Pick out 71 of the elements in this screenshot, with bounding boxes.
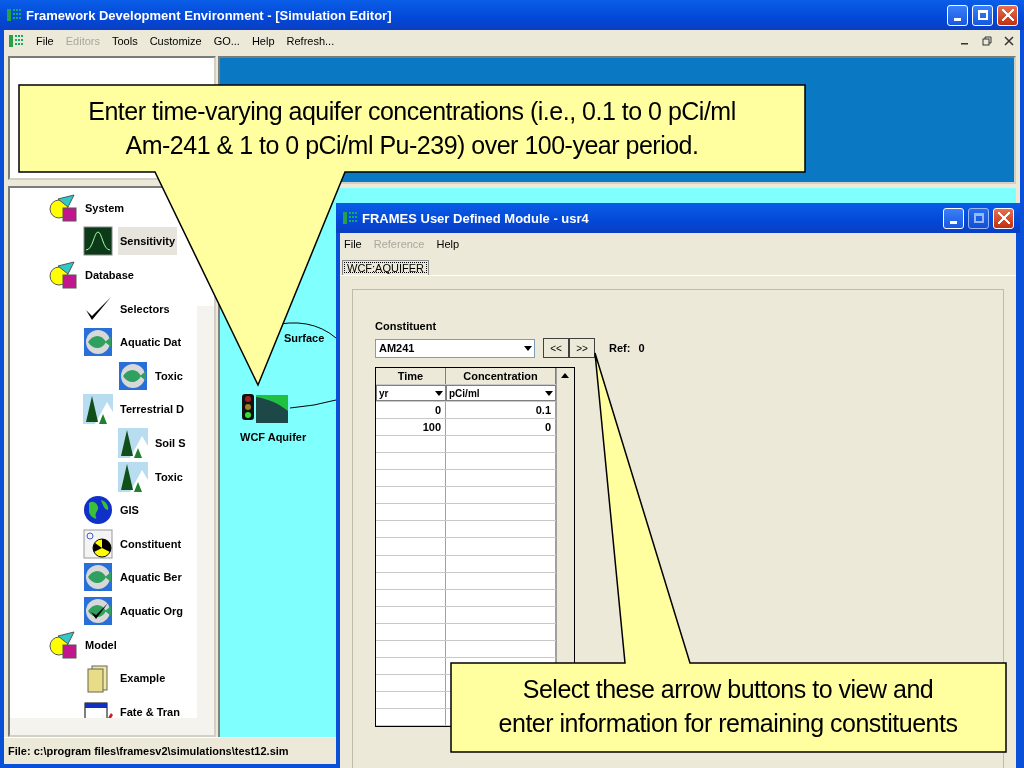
restore-icon[interactable] xyxy=(982,36,992,46)
maximize-button[interactable] xyxy=(968,207,989,229)
next-button[interactable]: >> xyxy=(569,338,595,358)
app-icon xyxy=(6,7,22,23)
radiation-icon xyxy=(83,528,113,559)
tree-icon xyxy=(118,461,148,492)
shapes-icon xyxy=(48,629,78,660)
tree-item[interactable]: Database xyxy=(83,261,136,289)
minimize-button[interactable] xyxy=(947,4,968,26)
fish-icon xyxy=(83,327,113,358)
app-icon xyxy=(342,210,358,226)
previous-button[interactable]: << xyxy=(543,338,569,358)
vertical-scrollbar[interactable] xyxy=(197,306,214,718)
unit-dropdown[interactable]: yr xyxy=(376,385,446,402)
tab[interactable]: WCF:AQUIFER xyxy=(342,260,429,275)
close-button[interactable] xyxy=(997,4,1018,26)
tree-item[interactable]: GIS xyxy=(118,496,141,525)
tree-item[interactable]: Soil S xyxy=(153,428,188,457)
tree-item[interactable]: Toxic xyxy=(153,361,185,390)
tree-item[interactable]: Aquatic Dat xyxy=(118,328,184,357)
tree-item[interactable]: Example xyxy=(118,664,168,693)
window-title: Framework Development Environment - [Simulation Editor] xyxy=(26,7,393,23)
callout-text: Select these arrow buttons to view and enter information for remaining constituents xyxy=(497,674,959,739)
tree-item[interactable]: Constituent xyxy=(118,529,184,558)
node-label: Surface xyxy=(284,332,325,344)
tree-item[interactable]: Aquatic Ber xyxy=(118,563,184,592)
menu-item[interactable]: File xyxy=(36,35,54,47)
close-button[interactable] xyxy=(993,207,1014,229)
ref-label: Ref: xyxy=(609,342,631,354)
constituent-dropdown[interactable]: AM241 xyxy=(375,338,535,358)
shapes-icon xyxy=(48,260,78,290)
fish-icon xyxy=(83,562,113,593)
tree-icon xyxy=(83,394,113,425)
tree-icon xyxy=(118,427,148,458)
status-text: File: c:\program files\framesv2\simulations\test12.sim xyxy=(8,745,289,757)
globe-icon xyxy=(83,495,113,526)
shapes-icon xyxy=(48,192,78,223)
close-icon[interactable] xyxy=(1004,36,1014,46)
minimize-button[interactable] xyxy=(943,207,964,229)
menu-item[interactable]: Help xyxy=(436,238,460,250)
menu-item[interactable]: Customize xyxy=(149,35,202,47)
window-title: FRAMES User Defined Module - usr4 xyxy=(362,210,590,226)
table-cell: 100 xyxy=(376,419,446,436)
node-label: WCF Aquifer xyxy=(240,431,307,443)
callout-text: Enter time-varying aquifer concentrations (i.e., 0.1 to 0 pCi/ml Am-241 & 1 to 0 pCi/ml Pu-239) over 100-year period. xyxy=(87,96,737,161)
ref-value: 0 xyxy=(638,342,645,354)
tree-item[interactable]: Sensitivity xyxy=(118,227,178,256)
fish-icon xyxy=(118,360,148,391)
tree-item[interactable]: Toxic xyxy=(153,462,185,491)
unit-dropdown[interactable]: pCi/ml xyxy=(446,385,556,402)
menu-item[interactable]: GO... xyxy=(213,35,240,47)
tree-item[interactable]: Model xyxy=(83,630,119,659)
menu-item[interactable]: Help xyxy=(251,35,275,47)
tree-item[interactable]: Terrestrial D xyxy=(118,395,186,424)
column-header: Concentration xyxy=(446,368,556,385)
tree-item[interactable]: System xyxy=(83,193,127,222)
tree-item[interactable]: Fate & Tran xyxy=(118,697,182,718)
column-header: Time xyxy=(376,368,446,385)
tree-item[interactable]: Aquatic Org xyxy=(118,596,185,625)
waveform-icon xyxy=(83,226,113,257)
app-icon xyxy=(8,33,24,49)
tree-item[interactable]: Selectors xyxy=(118,294,172,323)
aquifer-node-icon[interactable] xyxy=(240,393,290,425)
horizontal-scrollbar[interactable] xyxy=(10,718,214,735)
maximize-button[interactable] xyxy=(972,4,993,26)
menu-item[interactable]: File xyxy=(344,238,362,250)
field-label: Constituent xyxy=(375,320,438,332)
menu-item[interactable]: Refresh... xyxy=(286,35,335,47)
menu-item[interactable]: Tools xyxy=(112,35,138,47)
fish-check-icon xyxy=(83,595,113,626)
table-cell: 0 xyxy=(376,402,446,419)
